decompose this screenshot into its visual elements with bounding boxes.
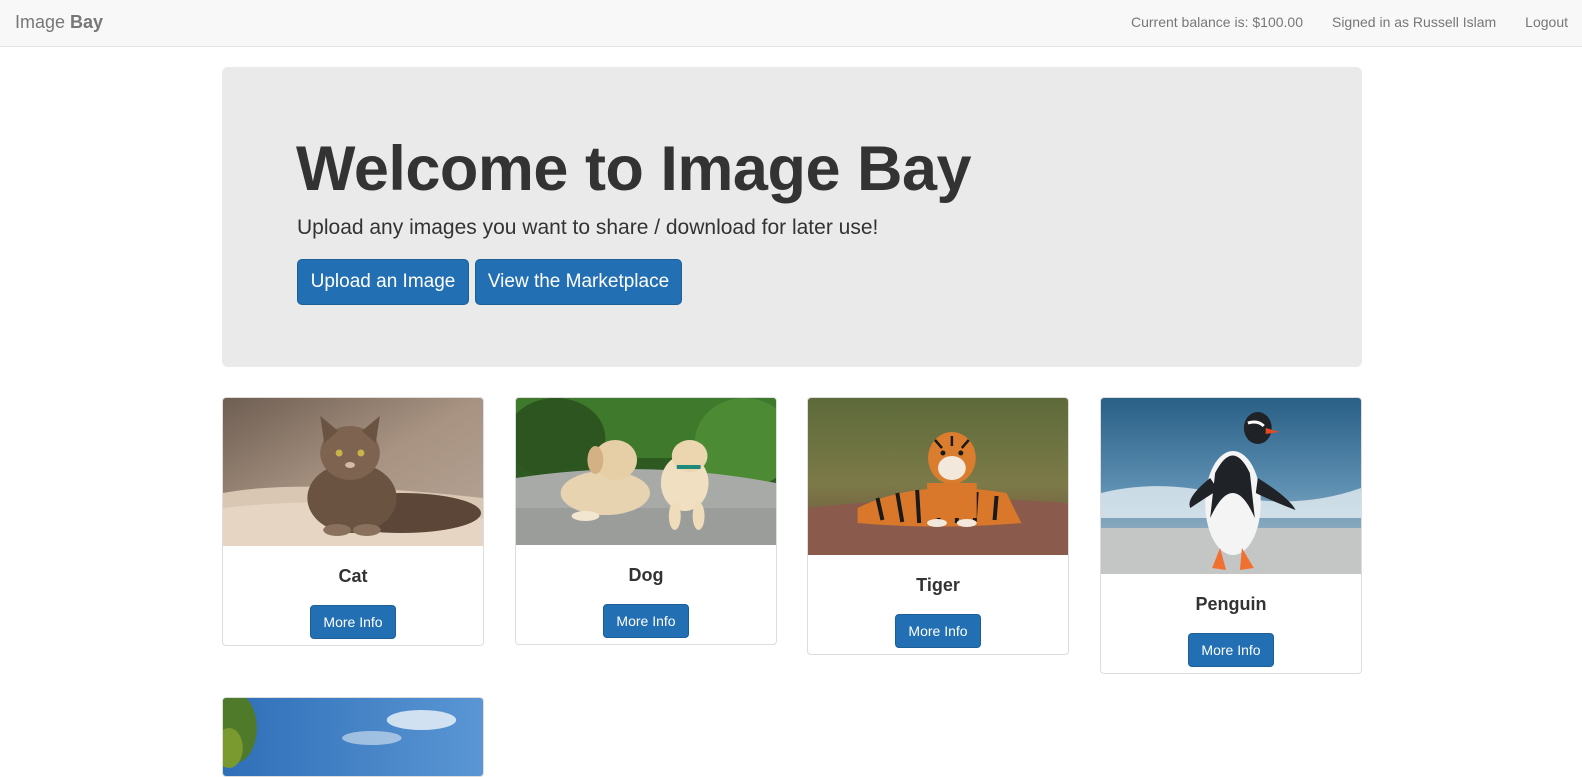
navbar: Image Bay Current balance is: $100.00 Si… <box>0 0 1582 47</box>
more-info-button[interactable]: More Info <box>603 604 689 638</box>
upload-image-button[interactable]: Upload an Image <box>297 259 469 305</box>
view-marketplace-button[interactable]: View the Marketplace <box>475 259 682 305</box>
image-card-dog: Dog More Info <box>515 397 777 645</box>
image-card-cat: Cat More Info <box>222 397 484 646</box>
image-card-tiger: Tiger More Info <box>807 397 1069 655</box>
more-info-button[interactable]: More Info <box>310 605 396 639</box>
balance-text: Current balance is: $100.00 <box>1130 14 1303 30</box>
card-title: Tiger <box>916 575 960 595</box>
brand-logo[interactable]: Image Bay <box>15 11 103 33</box>
hero-subtitle: Upload any images you want to share / do… <box>297 216 879 239</box>
cat-photo[interactable] <box>223 398 483 546</box>
penguin-photo[interactable] <box>1101 398 1361 574</box>
brand-text-bold: Bay <box>70 12 104 32</box>
image-card-landscape <box>222 697 484 777</box>
dog-photo[interactable] <box>516 398 776 545</box>
card-title: Cat <box>338 566 368 586</box>
card-title: Penguin <box>1195 594 1267 614</box>
more-info-button[interactable]: More Info <box>1188 633 1274 667</box>
signed-in-text: Signed in as Russell Islam <box>1331 14 1497 30</box>
logout-link[interactable]: Logout <box>1525 13 1568 31</box>
landscape-photo[interactable] <box>223 698 483 776</box>
brand-text: Image <box>15 12 71 32</box>
card-title: Dog <box>628 565 664 585</box>
hero-jumbotron: Welcome to Image Bay Upload any images y… <box>222 67 1362 367</box>
navbar-right: Current balance is: $100.00 Signed in as… <box>1102 13 1568 31</box>
hero-title: Welcome to Image Bay <box>296 134 972 204</box>
tiger-photo[interactable] <box>808 398 1068 555</box>
more-info-button[interactable]: More Info <box>895 614 981 648</box>
image-card-penguin: Penguin More Info <box>1100 397 1362 674</box>
